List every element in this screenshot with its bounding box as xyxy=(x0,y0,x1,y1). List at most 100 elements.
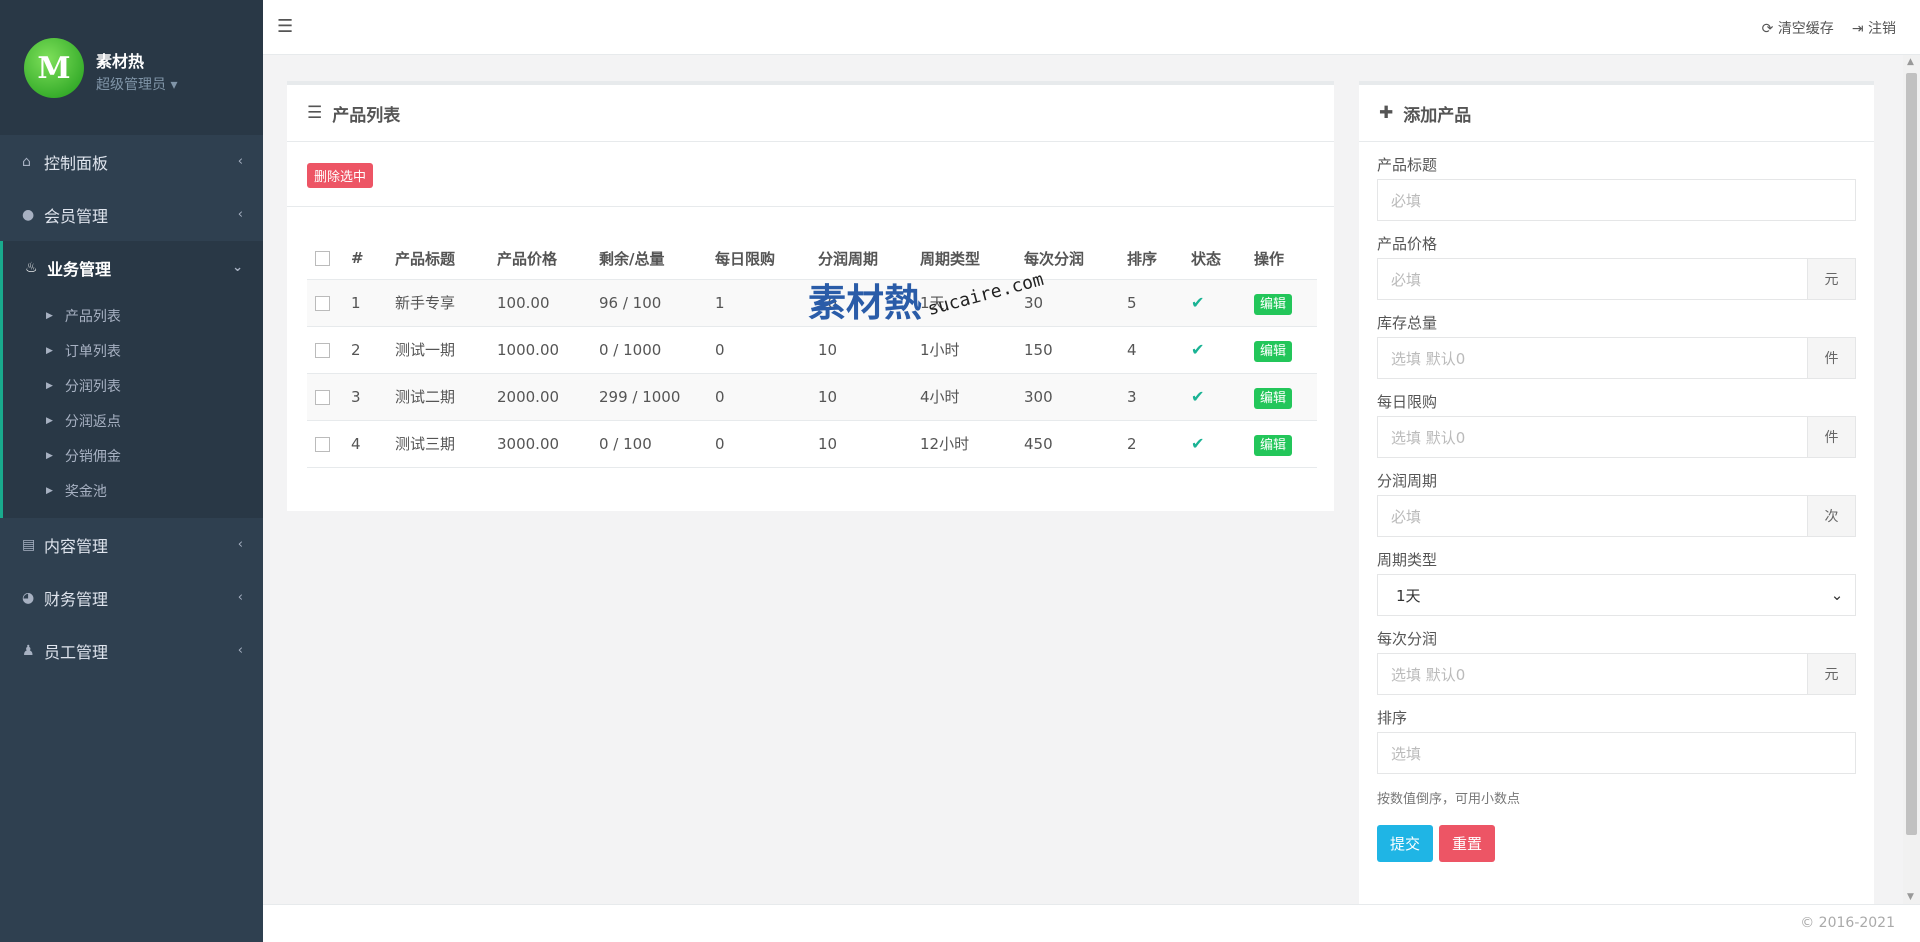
chevron-left-icon: ‹ xyxy=(237,643,243,658)
daily-limit-input[interactable]: 选填 默认0 件 xyxy=(1377,416,1856,458)
cell-title: 测试二期 xyxy=(387,373,489,421)
cell-cycle: 10 xyxy=(810,420,912,468)
placeholder: 选填 默认0 xyxy=(1391,428,1466,447)
profile: M 素材热 超级管理员 ▾ xyxy=(0,0,263,135)
cell-cycle-type: 1小时 xyxy=(912,326,1016,374)
scrollbar-thumb[interactable] xyxy=(1906,73,1917,835)
edit-button[interactable]: 编辑 xyxy=(1254,388,1293,409)
caret-right-icon: ▶ xyxy=(46,310,53,321)
caret-right-icon: ▶ xyxy=(46,345,53,356)
profit-cycle-input[interactable]: 必填 次 xyxy=(1377,495,1856,537)
edit-button[interactable]: 编辑 xyxy=(1254,294,1293,315)
product-title-input[interactable]: 必填 xyxy=(1377,179,1856,221)
list-icon: ☰ xyxy=(307,103,323,123)
submit-button[interactable]: 提交 xyxy=(1377,825,1434,862)
profile-role-dropdown[interactable]: 超级管理员 ▾ xyxy=(96,74,177,94)
sub-item-label: 分销佣金 xyxy=(64,448,121,465)
sub-item-profit-rebate[interactable]: ▶ 分润返点 xyxy=(3,403,263,438)
column-header: 状态 xyxy=(1183,238,1246,280)
placeholder: 选填 默认0 xyxy=(1391,665,1466,684)
nav-item-members[interactable]: ● 会员管理 ‹ xyxy=(0,188,263,241)
field-label: 库存总量 xyxy=(1377,314,1438,332)
row-checkbox[interactable] xyxy=(315,389,330,405)
scroll-down-icon[interactable]: ▼ xyxy=(1907,892,1914,902)
sub-item-profit-list[interactable]: ▶ 分润列表 xyxy=(3,368,263,403)
field-label: 排序 xyxy=(1377,709,1408,727)
scroll-up-icon[interactable]: ▲ xyxy=(1907,57,1914,67)
nav-label: 内容管理 xyxy=(44,536,109,556)
nav-item-dashboard[interactable]: ⌂ 控制面板 ‹ xyxy=(0,135,263,188)
logout-button[interactable]: ⇥ 注销 xyxy=(1852,18,1896,38)
cell-sort: 3 xyxy=(1119,373,1183,421)
table-row: 4 测试三期 3000.00 0 / 100 0 10 12小时 450 2 ✔… xyxy=(307,420,1317,468)
input-addon: 元 xyxy=(1807,259,1855,299)
table-row: 1 新手专享 100.00 96 / 100 1 10 1天 30 5 ✔ 编辑 xyxy=(307,279,1317,327)
sort-help-text: 按数值倒序，可用小数点 xyxy=(1377,792,1521,807)
menu-toggle-icon[interactable]: ☰ xyxy=(277,16,293,37)
nav-item-content[interactable]: ▤ 内容管理 ‹ xyxy=(0,518,263,571)
cell-id: 1 xyxy=(343,279,387,327)
cell-profit: 150 xyxy=(1016,326,1119,374)
nav-label: 会员管理 xyxy=(44,206,109,226)
cell-profit: 30 xyxy=(1016,279,1119,327)
row-checkbox[interactable] xyxy=(315,436,330,452)
row-checkbox[interactable] xyxy=(315,295,330,311)
nav-item-staff[interactable]: ♟ 员工管理 ‹ xyxy=(0,624,263,677)
caret-right-icon: ▶ xyxy=(46,415,53,426)
caret-right-icon: ▶ xyxy=(46,485,53,496)
column-header: 操作 xyxy=(1246,238,1317,280)
field-label: 分润周期 xyxy=(1377,472,1438,490)
sub-item-order-list[interactable]: ▶ 订单列表 xyxy=(3,333,263,368)
cell-sort: 5 xyxy=(1119,279,1183,327)
cell-id: 3 xyxy=(343,373,387,421)
cell-cycle-type: 1天 xyxy=(912,279,1016,327)
nav-label: 控制面板 xyxy=(44,153,109,173)
table-row: 2 测试一期 1000.00 0 / 1000 0 10 1小时 150 4 ✔… xyxy=(307,326,1317,374)
cell-cycle: 10 xyxy=(810,279,912,327)
sub-item-distribution-commission[interactable]: ▶ 分销佣金 xyxy=(3,438,263,473)
reset-button[interactable]: 重置 xyxy=(1439,825,1496,862)
chevron-left-icon: ‹ xyxy=(237,207,243,222)
stock-total-input[interactable]: 选填 默认0 件 xyxy=(1377,337,1856,379)
clear-cache-label: 清空缓存 xyxy=(1777,21,1834,37)
nav-item-finance[interactable]: ◕ 财务管理 ‹ xyxy=(0,571,263,624)
profile-name: 素材热 xyxy=(96,52,145,71)
cell-id: 2 xyxy=(343,326,387,374)
clear-cache-button[interactable]: ⟳ 清空缓存 xyxy=(1762,18,1834,38)
column-header: 周期类型 xyxy=(912,238,1016,280)
sub-item-bonus-pool[interactable]: ▶ 奖金池 xyxy=(3,473,263,508)
table-row: 3 测试二期 2000.00 299 / 1000 0 10 4小时 300 3… xyxy=(307,373,1317,421)
edit-button[interactable]: 编辑 xyxy=(1254,435,1293,456)
placeholder: 必填 xyxy=(1391,191,1422,210)
cell-daily-limit: 1 xyxy=(707,279,810,327)
delete-selected-button[interactable]: 删除选中 xyxy=(307,163,374,188)
panel-title: 添加产品 xyxy=(1403,105,1472,126)
row-checkbox[interactable] xyxy=(315,342,330,358)
cell-price: 3000.00 xyxy=(489,420,591,468)
select-all-checkbox[interactable] xyxy=(315,251,330,267)
cell-profit: 300 xyxy=(1016,373,1119,421)
sub-item-product-list[interactable]: ▶ 产品列表 xyxy=(3,298,263,333)
scrollbar[interactable]: ▲ ▼ xyxy=(1903,55,1920,904)
nav-item-business[interactable]: ♨ 业务管理 ⌄ xyxy=(0,241,263,294)
column-header: 剩余/总量 xyxy=(591,238,707,280)
chevron-left-icon: ‹ xyxy=(237,537,243,552)
product-price-input[interactable]: 必填 元 xyxy=(1377,258,1856,300)
edit-button[interactable]: 编辑 xyxy=(1254,341,1293,362)
check-icon: ✔ xyxy=(1191,434,1205,453)
column-header: 产品价格 xyxy=(489,238,591,280)
field-label: 周期类型 xyxy=(1377,551,1438,569)
caret-right-icon: ▶ xyxy=(46,450,53,461)
cell-stock: 299 / 1000 xyxy=(591,373,707,421)
cell-price: 1000.00 xyxy=(489,326,591,374)
cycle-type-select[interactable]: 1天 ⌄ xyxy=(1377,574,1856,616)
add-product-header: ✚ 添加产品 xyxy=(1359,85,1874,142)
cell-id: 4 xyxy=(343,420,387,468)
sitemap-icon: ♟ xyxy=(22,642,35,659)
input-addon: 元 xyxy=(1807,654,1855,694)
cell-daily-limit: 0 xyxy=(707,373,810,421)
placeholder: 必填 xyxy=(1391,507,1422,526)
sort-input[interactable]: 选填 xyxy=(1377,732,1856,774)
profit-per-time-input[interactable]: 选填 默认0 元 xyxy=(1377,653,1856,695)
input-addon: 次 xyxy=(1807,496,1855,536)
